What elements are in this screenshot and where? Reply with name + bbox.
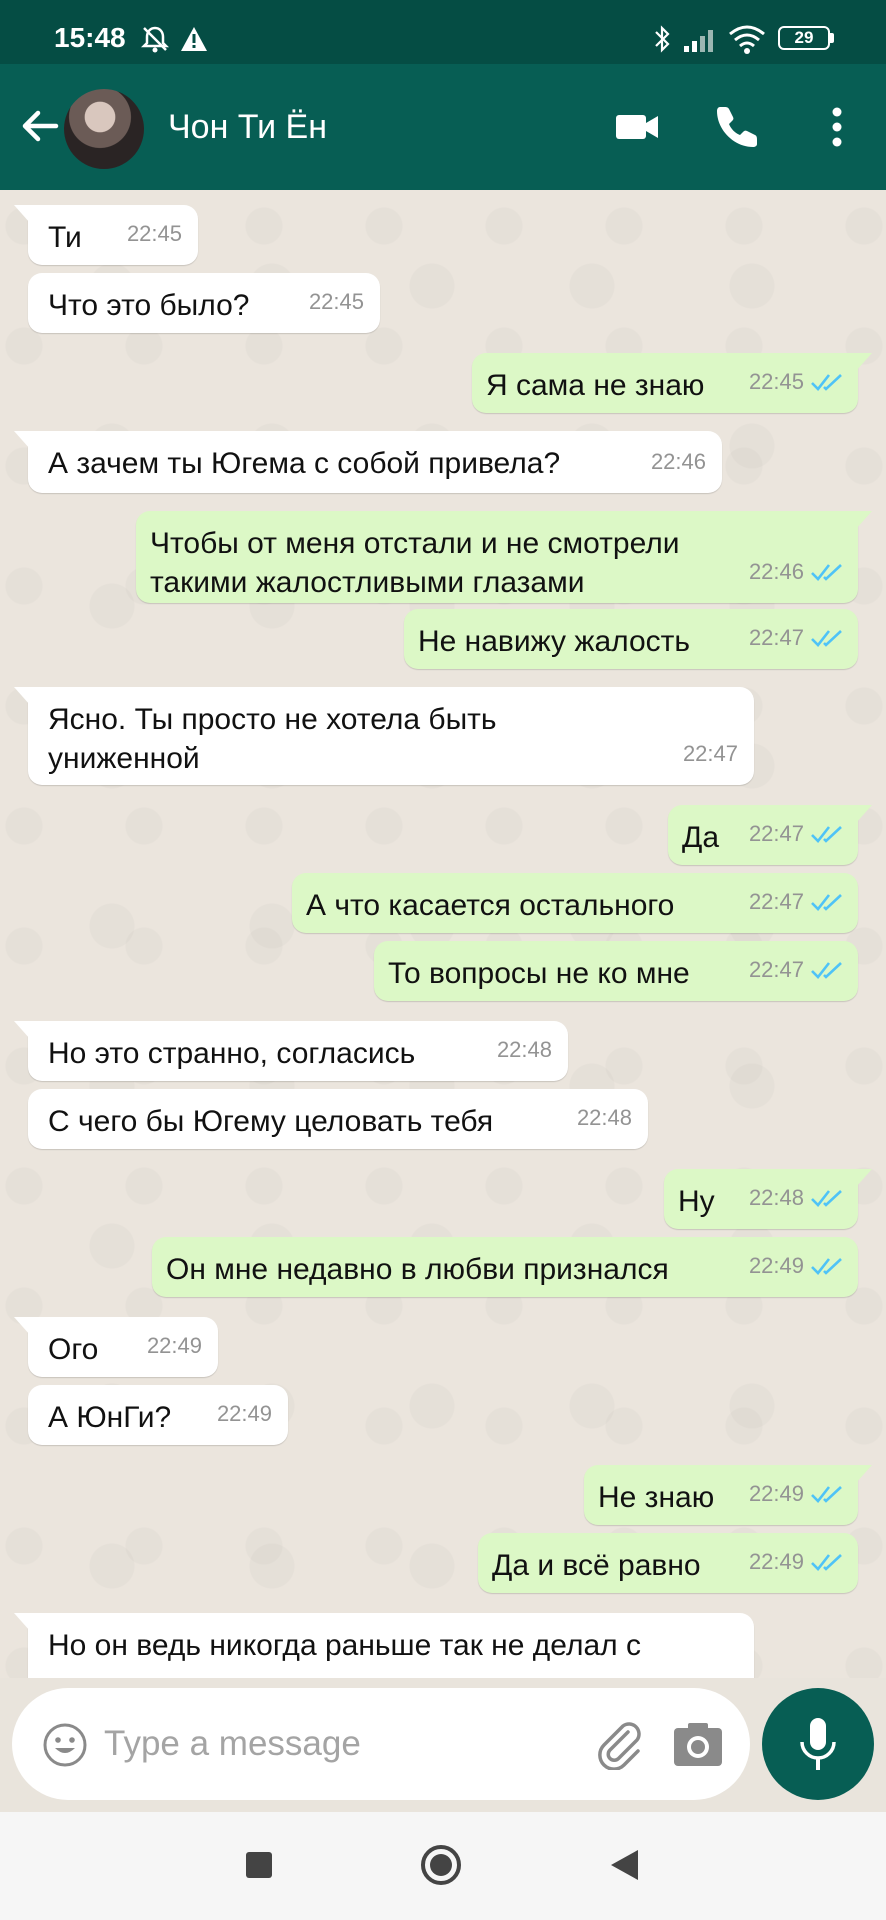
more-vert-icon[interactable] [812,102,862,152]
message-time: 22:49 [146,1333,202,1358]
back-triangle-icon[interactable] [608,1848,640,1882]
recents-square-icon[interactable] [244,1850,274,1880]
message-text: Не знаю [598,1481,715,1514]
message-incoming[interactable]: Ого 22:49 [14,1317,218,1377]
message-outgoing[interactable]: Чтобы от меня отстали и не смотрели таки… [136,511,872,603]
message-time: 22:45 [308,289,364,314]
signal-icon [684,30,713,52]
message-incoming[interactable]: А зачем ты Югема с собой привела? 22:46 [14,431,722,493]
message-time: 22:49 [216,1401,272,1426]
mic-button[interactable] [762,1688,874,1800]
double-check-icon [811,893,842,911]
message-incoming[interactable]: А ЮнГи? 22:49 [28,1385,288,1445]
message-text: Да [682,821,720,854]
system-nav-bar [0,1812,886,1920]
message-text: Что это было? [48,289,250,322]
message-time: 22:49 [748,1253,804,1278]
message-time: 22:49 [748,1481,804,1506]
message-incoming[interactable]: Но он ведь никогда раньше так не делал с… [14,1613,754,1678]
attach-icon[interactable] [594,1718,646,1770]
warning-icon [181,27,207,51]
message-incoming[interactable]: Ти 22:45 [14,205,198,265]
double-check-icon [811,563,842,581]
message-outgoing[interactable]: Я сама не знаю 22:45 [472,353,872,413]
message-text: Чтобы от меня отстали и не смотрели [150,527,680,560]
message-incoming[interactable]: Что это было? 22:45 [28,273,380,333]
emoji-icon[interactable] [42,1722,88,1768]
message-time: 22:48 [748,1185,804,1210]
message-outgoing[interactable]: Да и всё равно 22:49 [478,1533,858,1593]
message-time: 22:46 [748,559,804,584]
double-check-icon [811,1257,842,1275]
back-arrow-icon[interactable] [18,104,62,148]
message-time: 22:48 [576,1105,632,1130]
message-text: То вопросы не ко мне [388,957,690,990]
message-time: 22:47 [748,957,804,982]
message-outgoing[interactable]: А что касается остального 22:47 [292,873,858,933]
bluetooth-icon [655,25,670,53]
home-circle-icon[interactable] [420,1844,462,1886]
message-text-line2: униженной [48,742,200,775]
message-time: 22:47 [682,741,738,766]
message-time: 22:47 [748,821,804,846]
double-check-icon [811,1189,842,1207]
double-check-icon [811,373,842,391]
message-outgoing[interactable]: Не навижу жалость 22:47 [404,609,858,669]
phone-icon[interactable] [712,102,762,152]
chat-header: Чон Ти Ён [0,64,886,190]
message-text: Я сама не знаю [486,369,705,402]
chat-area[interactable]: Ти 22:45 Что это было? 22:45 Я сама не з… [0,190,886,1678]
message-text: А зачем ты Югема с собой привела? [48,447,561,480]
message-text: Не навижу жалость [418,625,691,658]
message-outgoing[interactable]: Он мне недавно в любви признался 22:49 [152,1237,858,1297]
message-time: 22:49 [748,1549,804,1574]
message-incoming[interactable]: Ясно. Ты просто не хотела быть униженной… [14,687,754,785]
double-check-icon [811,825,842,843]
camera-icon[interactable] [672,1720,724,1768]
message-outgoing[interactable]: Да 22:47 [668,805,872,865]
status-bar: 15:48 29 [0,0,886,64]
message-incoming[interactable]: С чего бы Югему целовать тебя 22:48 [28,1089,648,1149]
wifi-icon [729,25,765,54]
video-call-icon[interactable] [612,102,662,152]
double-check-icon [811,1553,842,1571]
message-outgoing[interactable]: Не знаю 22:49 [584,1465,872,1525]
message-time: 22:47 [748,889,804,914]
message-text: А ЮнГи? [48,1401,172,1434]
double-check-icon [811,961,842,979]
message-input-bar[interactable]: Type a message [12,1688,750,1800]
message-text: Ясно. Ты просто не хотела быть [48,703,497,736]
message-outgoing[interactable]: То вопросы не ко мне 22:47 [374,941,858,1001]
message-text: А что касается остального [306,889,675,922]
contact-name[interactable]: Чон Ти Ён [168,108,327,147]
message-time: 22:47 [748,625,804,650]
contact-avatar[interactable] [64,89,144,169]
message-text: Но он ведь никогда раньше так не делал с [48,1629,641,1662]
message-text: Ого [48,1333,99,1366]
message-time: 22:46 [650,449,706,474]
message-time: 22:45 [126,221,182,246]
message-text: Ну [678,1185,715,1218]
message-text: Но это странно, согласись [48,1037,416,1070]
message-incoming[interactable]: Но это странно, согласись 22:48 [14,1021,568,1081]
message-input[interactable]: Type a message [104,1724,361,1764]
mute-bell-icon [140,26,170,53]
battery-icon: 29 [778,26,830,50]
battery-level: 29 [794,28,814,47]
message-text: Да и всё равно [492,1549,701,1582]
message-text: Он мне недавно в любви признался [166,1253,669,1286]
battery-cap [830,33,834,43]
double-check-icon [811,629,842,647]
double-check-icon [811,1485,842,1503]
message-text-line2: такими жалостливыми глазами [150,566,585,599]
message-text: С чего бы Югему целовать тебя [48,1105,494,1138]
mic-icon [800,1718,836,1770]
status-time: 15:48 [54,22,126,53]
message-text-line2: другими [48,1665,734,1678]
message-text: Ти [48,221,82,254]
message-time: 22:48 [496,1037,552,1062]
message-time: 22:45 [748,369,804,394]
message-outgoing[interactable]: Ну 22:48 [664,1169,872,1229]
